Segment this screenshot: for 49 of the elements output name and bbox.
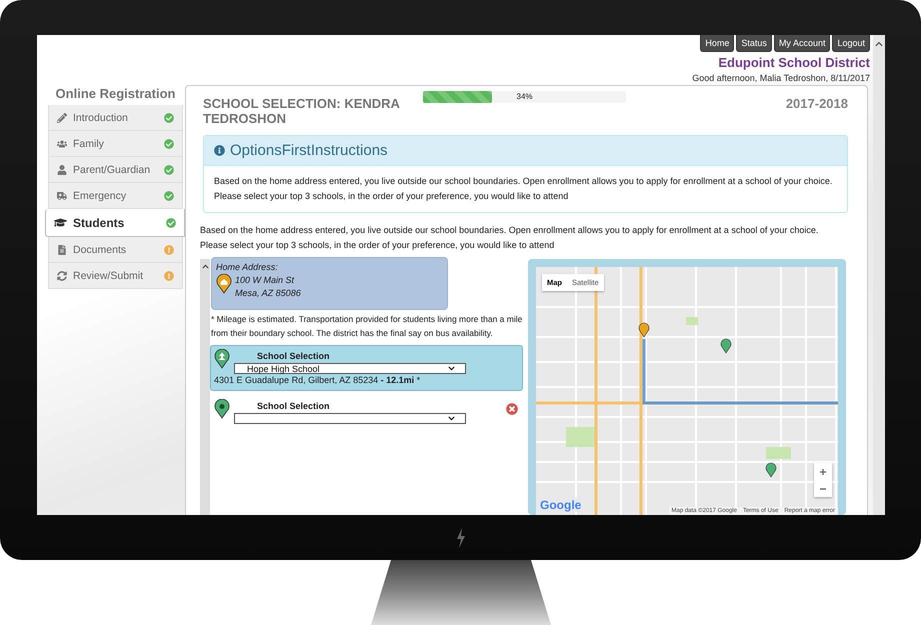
progress-label: 34%: [516, 91, 532, 103]
address-line: 100 W Main St: [235, 274, 296, 287]
scroll-track[interactable]: [200, 259, 210, 515]
sidebar-item[interactable]: Introduction: [48, 105, 183, 131]
step-icon: [57, 270, 67, 280]
intro-text: Based on the home address entered, you live outside our school boundaries. Open enrollment allows you to apply for enrollment at a school of your choice. Please select your top 3 schools, in the order of your preference, you would like to attend: [200, 224, 820, 252]
greeting-text: Good afternoon, Malia Tedroshon, 8/11/2017: [692, 73, 870, 83]
school-address: 4301 E Guadalupe Rd, Gilbert, AZ 85234 - 12.1mi*: [214, 374, 422, 387]
district-name: Edupoint School District: [718, 55, 870, 70]
step-icon: [57, 112, 67, 122]
house-pin-icon: [216, 274, 232, 294]
page-scrollbar[interactable]: [873, 35, 885, 515]
nav-button[interactable]: Status: [736, 35, 772, 52]
school-dropdown[interactable]: Hope High School: [234, 363, 466, 374]
sidebar-item[interactable]: Documents: [48, 237, 183, 263]
nav-button[interactable]: Home: [700, 35, 734, 52]
map-logo: Google: [540, 498, 582, 512]
sidebar-title: Online Registration: [54, 85, 176, 103]
step-icon: [54, 216, 67, 229]
remove-icon[interactable]: [506, 403, 518, 415]
scroll-up-icon[interactable]: [202, 263, 208, 270]
sidebar-item[interactable]: Students: [45, 209, 185, 237]
sidebar-item[interactable]: Family: [48, 131, 183, 157]
info-icon: [214, 145, 225, 156]
mileage-note: * Mileage is estimated. Transportation provided for students living more than a mile from their boundary school. The district has the final say on bus availability.: [211, 313, 523, 340]
sidebar-item[interactable]: Review/Submit: [48, 263, 183, 289]
nav-button[interactable]: My Account: [774, 35, 830, 52]
home-address-label: Home Address:: [216, 261, 279, 274]
instructions-title: OptionsFirstInstructions: [230, 142, 388, 159]
lightning-logo-icon: [456, 528, 466, 548]
nav-button[interactable]: Logout: [832, 35, 870, 52]
zoom-button[interactable]: −: [814, 480, 832, 497]
school-dropdown[interactable]: [234, 413, 466, 424]
chevron-down-icon: [448, 415, 455, 422]
selection-label: School Selection: [257, 401, 331, 411]
instructions-text: Based on the home address entered, you live outside our school boundaries. Open enrollment allows you to apply for enrollment at a school of your choice. Please select your top 3 schools, in the order of your preference, you would like to attend: [213, 175, 834, 203]
step-icon: [57, 190, 67, 200]
step-icon: [57, 244, 67, 254]
chevron-down-icon: [448, 365, 455, 372]
school-year: 2017-2018: [786, 96, 848, 111]
page-title: SCHOOL SELECTION: KENDRA TEDROSHON: [203, 96, 400, 126]
zoom-button[interactable]: +: [814, 463, 832, 480]
step-icon: [57, 138, 67, 148]
selection-label: School Selection: [257, 351, 331, 361]
scroll-up-icon[interactable]: [875, 40, 883, 48]
sidebar-item[interactable]: Parent/Guardian: [48, 157, 183, 183]
sidebar-item[interactable]: Emergency: [48, 183, 183, 209]
address-line: Mesa, AZ 85086: [235, 287, 301, 300]
step-icon: [57, 164, 67, 174]
